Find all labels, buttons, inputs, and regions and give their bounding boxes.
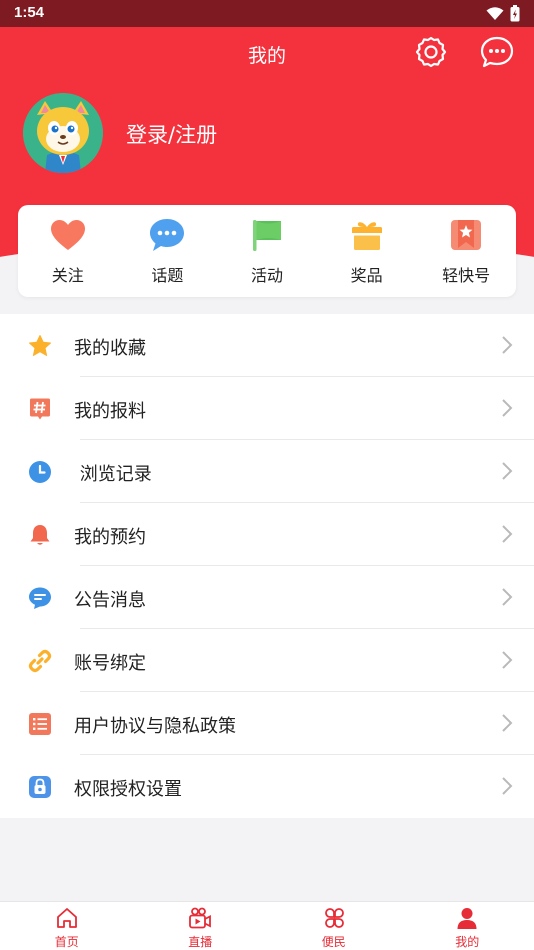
- menu-item-label: 我的预约: [74, 527, 146, 548]
- clock-icon: [27, 459, 53, 485]
- chevron-right-icon: [502, 462, 513, 480]
- bookmark-star-icon: [447, 217, 485, 253]
- chevron-right-icon: [502, 336, 513, 354]
- tab-label: 我的: [455, 935, 480, 949]
- tab-label: 直播: [188, 935, 213, 949]
- menu-item-account-binding[interactable]: 账号绑定: [0, 629, 534, 692]
- quick-action-prize[interactable]: 奖品: [317, 205, 417, 297]
- menu-item-label: 我的报料: [74, 401, 146, 422]
- menu-item-label: 我的收藏: [74, 338, 146, 359]
- quick-action-account[interactable]: 轻快号: [416, 205, 516, 297]
- quick-action-label: 关注: [51, 266, 84, 285]
- quick-action-follow[interactable]: 关注: [18, 205, 118, 297]
- chevron-right-icon: [502, 714, 513, 732]
- home-icon: [55, 906, 79, 930]
- heart-icon: [49, 217, 87, 253]
- menu-item-permissions[interactable]: 权限授权设置: [0, 755, 534, 818]
- quick-action-label: 活动: [250, 266, 283, 285]
- wifi-icon: [486, 7, 504, 20]
- status-icons: [486, 5, 520, 22]
- list-icon: [27, 711, 53, 737]
- quick-action-activity[interactable]: 活动: [217, 205, 317, 297]
- chevron-right-icon: [502, 777, 513, 795]
- page-title: 我的: [247, 45, 286, 67]
- mascot-avatar-icon: [23, 93, 103, 173]
- chevron-right-icon: [502, 399, 513, 417]
- gift-icon: [348, 217, 386, 253]
- quick-action-topic[interactable]: 话题: [118, 205, 218, 297]
- chevron-right-icon: [502, 525, 513, 543]
- link-icon: [27, 648, 53, 674]
- messages-button[interactable]: [480, 35, 514, 69]
- menu-item-history[interactable]: 浏览记录: [0, 440, 534, 503]
- menu-item-favorites[interactable]: 我的收藏: [0, 314, 534, 377]
- tab-services[interactable]: 便民: [267, 902, 401, 950]
- video-icon: [188, 906, 212, 930]
- gear-icon: [415, 36, 447, 68]
- status-time: 1:54: [14, 4, 45, 21]
- menu-item-label: 公告消息: [74, 590, 146, 611]
- flag-icon: [248, 217, 286, 253]
- chevron-right-icon: [502, 651, 513, 669]
- quick-action-label: 话题: [151, 266, 184, 285]
- tab-live[interactable]: 直播: [134, 902, 268, 950]
- tab-label: 便民: [321, 935, 346, 949]
- menu-item-label: 权限授权设置: [74, 779, 182, 800]
- bell-icon: [27, 522, 53, 548]
- lock-icon: [27, 774, 53, 800]
- menu-item-privacy-policy[interactable]: 用户协议与隐私政策: [0, 692, 534, 755]
- quick-action-label: 奖品: [350, 266, 383, 285]
- quick-action-label: 轻快号: [442, 266, 491, 285]
- battery-icon: [510, 5, 520, 22]
- message-icon: [27, 585, 53, 611]
- menu-item-reports[interactable]: 我的报料: [0, 377, 534, 440]
- person-icon: [455, 906, 479, 930]
- tab-mine[interactable]: 我的: [401, 902, 534, 950]
- chat-bubble-icon: [148, 217, 186, 253]
- settings-button[interactable]: [414, 35, 448, 69]
- clover-icon: [322, 906, 346, 930]
- menu-item-announcements[interactable]: 公告消息: [0, 566, 534, 629]
- star-icon: [27, 333, 53, 359]
- quick-actions-card: 关注 话题 活动 奖品 轻快号: [18, 205, 516, 297]
- menu-item-reservations[interactable]: 我的预约: [0, 503, 534, 566]
- menu-item-label: 浏览记录: [74, 464, 152, 485]
- menu-item-label: 用户协议与隐私政策: [74, 716, 236, 737]
- bottom-tab-bar: 首页 直播 便民 我的: [0, 901, 534, 950]
- hashtag-icon: [27, 396, 53, 422]
- avatar[interactable]: [23, 93, 103, 173]
- login-register-link[interactable]: 登录/注册: [126, 119, 217, 149]
- chat-more-icon: [480, 36, 514, 68]
- tab-label: 首页: [54, 935, 79, 949]
- chevron-right-icon: [502, 588, 513, 606]
- tab-home[interactable]: 首页: [0, 902, 134, 950]
- menu-item-label: 账号绑定: [74, 653, 146, 674]
- settings-menu: 我的收藏 我的报料 浏览记录 我的预约 公告消息 账号绑定 用户协议与隐私政策 …: [0, 314, 534, 818]
- status-bar: 1:54: [0, 0, 534, 27]
